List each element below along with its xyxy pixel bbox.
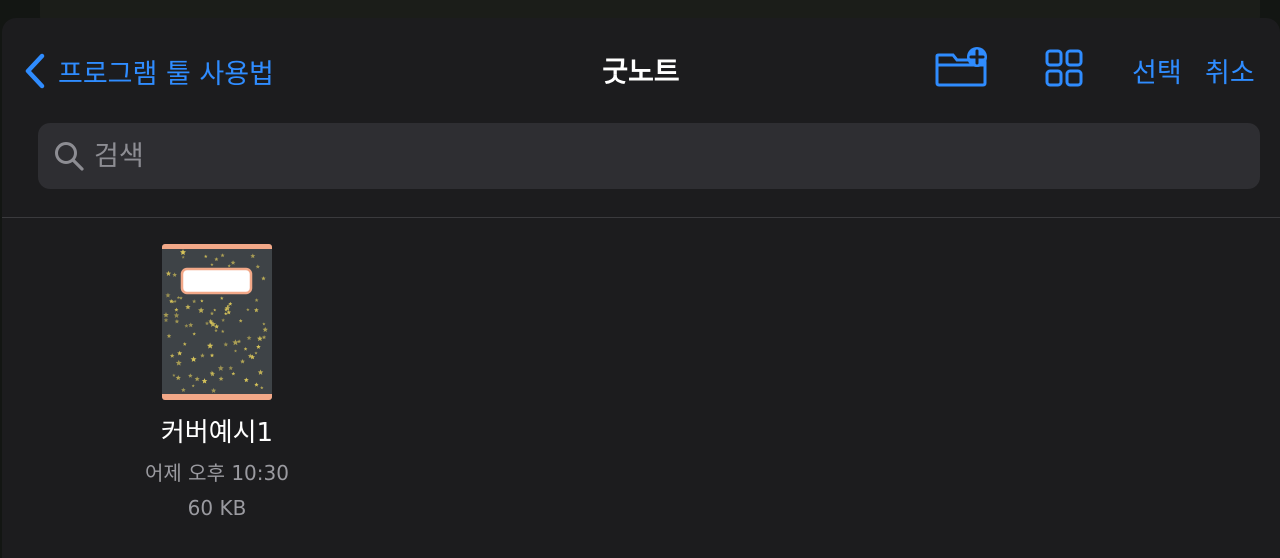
file-date: 어제 오후 10:30 (145, 461, 289, 485)
back-button-label: 프로그램 툴 사용법 (58, 58, 274, 90)
navigation-bar: 프로그램 툴 사용법 굿노트 선택 취소 (2, 18, 1280, 118)
new-folder-icon (933, 46, 991, 94)
select-button[interactable]: 선택 (1132, 51, 1182, 90)
cancel-button[interactable]: 취소 (1205, 51, 1255, 90)
grid-view-icon (1044, 48, 1084, 92)
divider (2, 217, 1280, 218)
file-size: 60 KB (187, 496, 247, 520)
new-folder-button[interactable] (932, 46, 992, 94)
grid-view-button[interactable] (1042, 48, 1086, 92)
search-icon (52, 139, 86, 173)
notebook-cover-art (162, 244, 272, 400)
search-input[interactable] (92, 135, 1260, 177)
file-browser-sheet: 프로그램 툴 사용법 굿노트 선택 취소 검색 커버예시1 어제 오후 10:3… (2, 18, 1280, 558)
notebook-cover-thumbnail[interactable] (162, 244, 272, 400)
file-name: 커버예시1 (160, 418, 274, 448)
file-item[interactable]: 커버예시1 어제 오후 10:30 60 KB (112, 244, 322, 520)
chevron-left-icon (22, 53, 48, 89)
search-bar[interactable] (38, 123, 1260, 189)
back-button[interactable]: 프로그램 툴 사용법 (22, 51, 274, 91)
